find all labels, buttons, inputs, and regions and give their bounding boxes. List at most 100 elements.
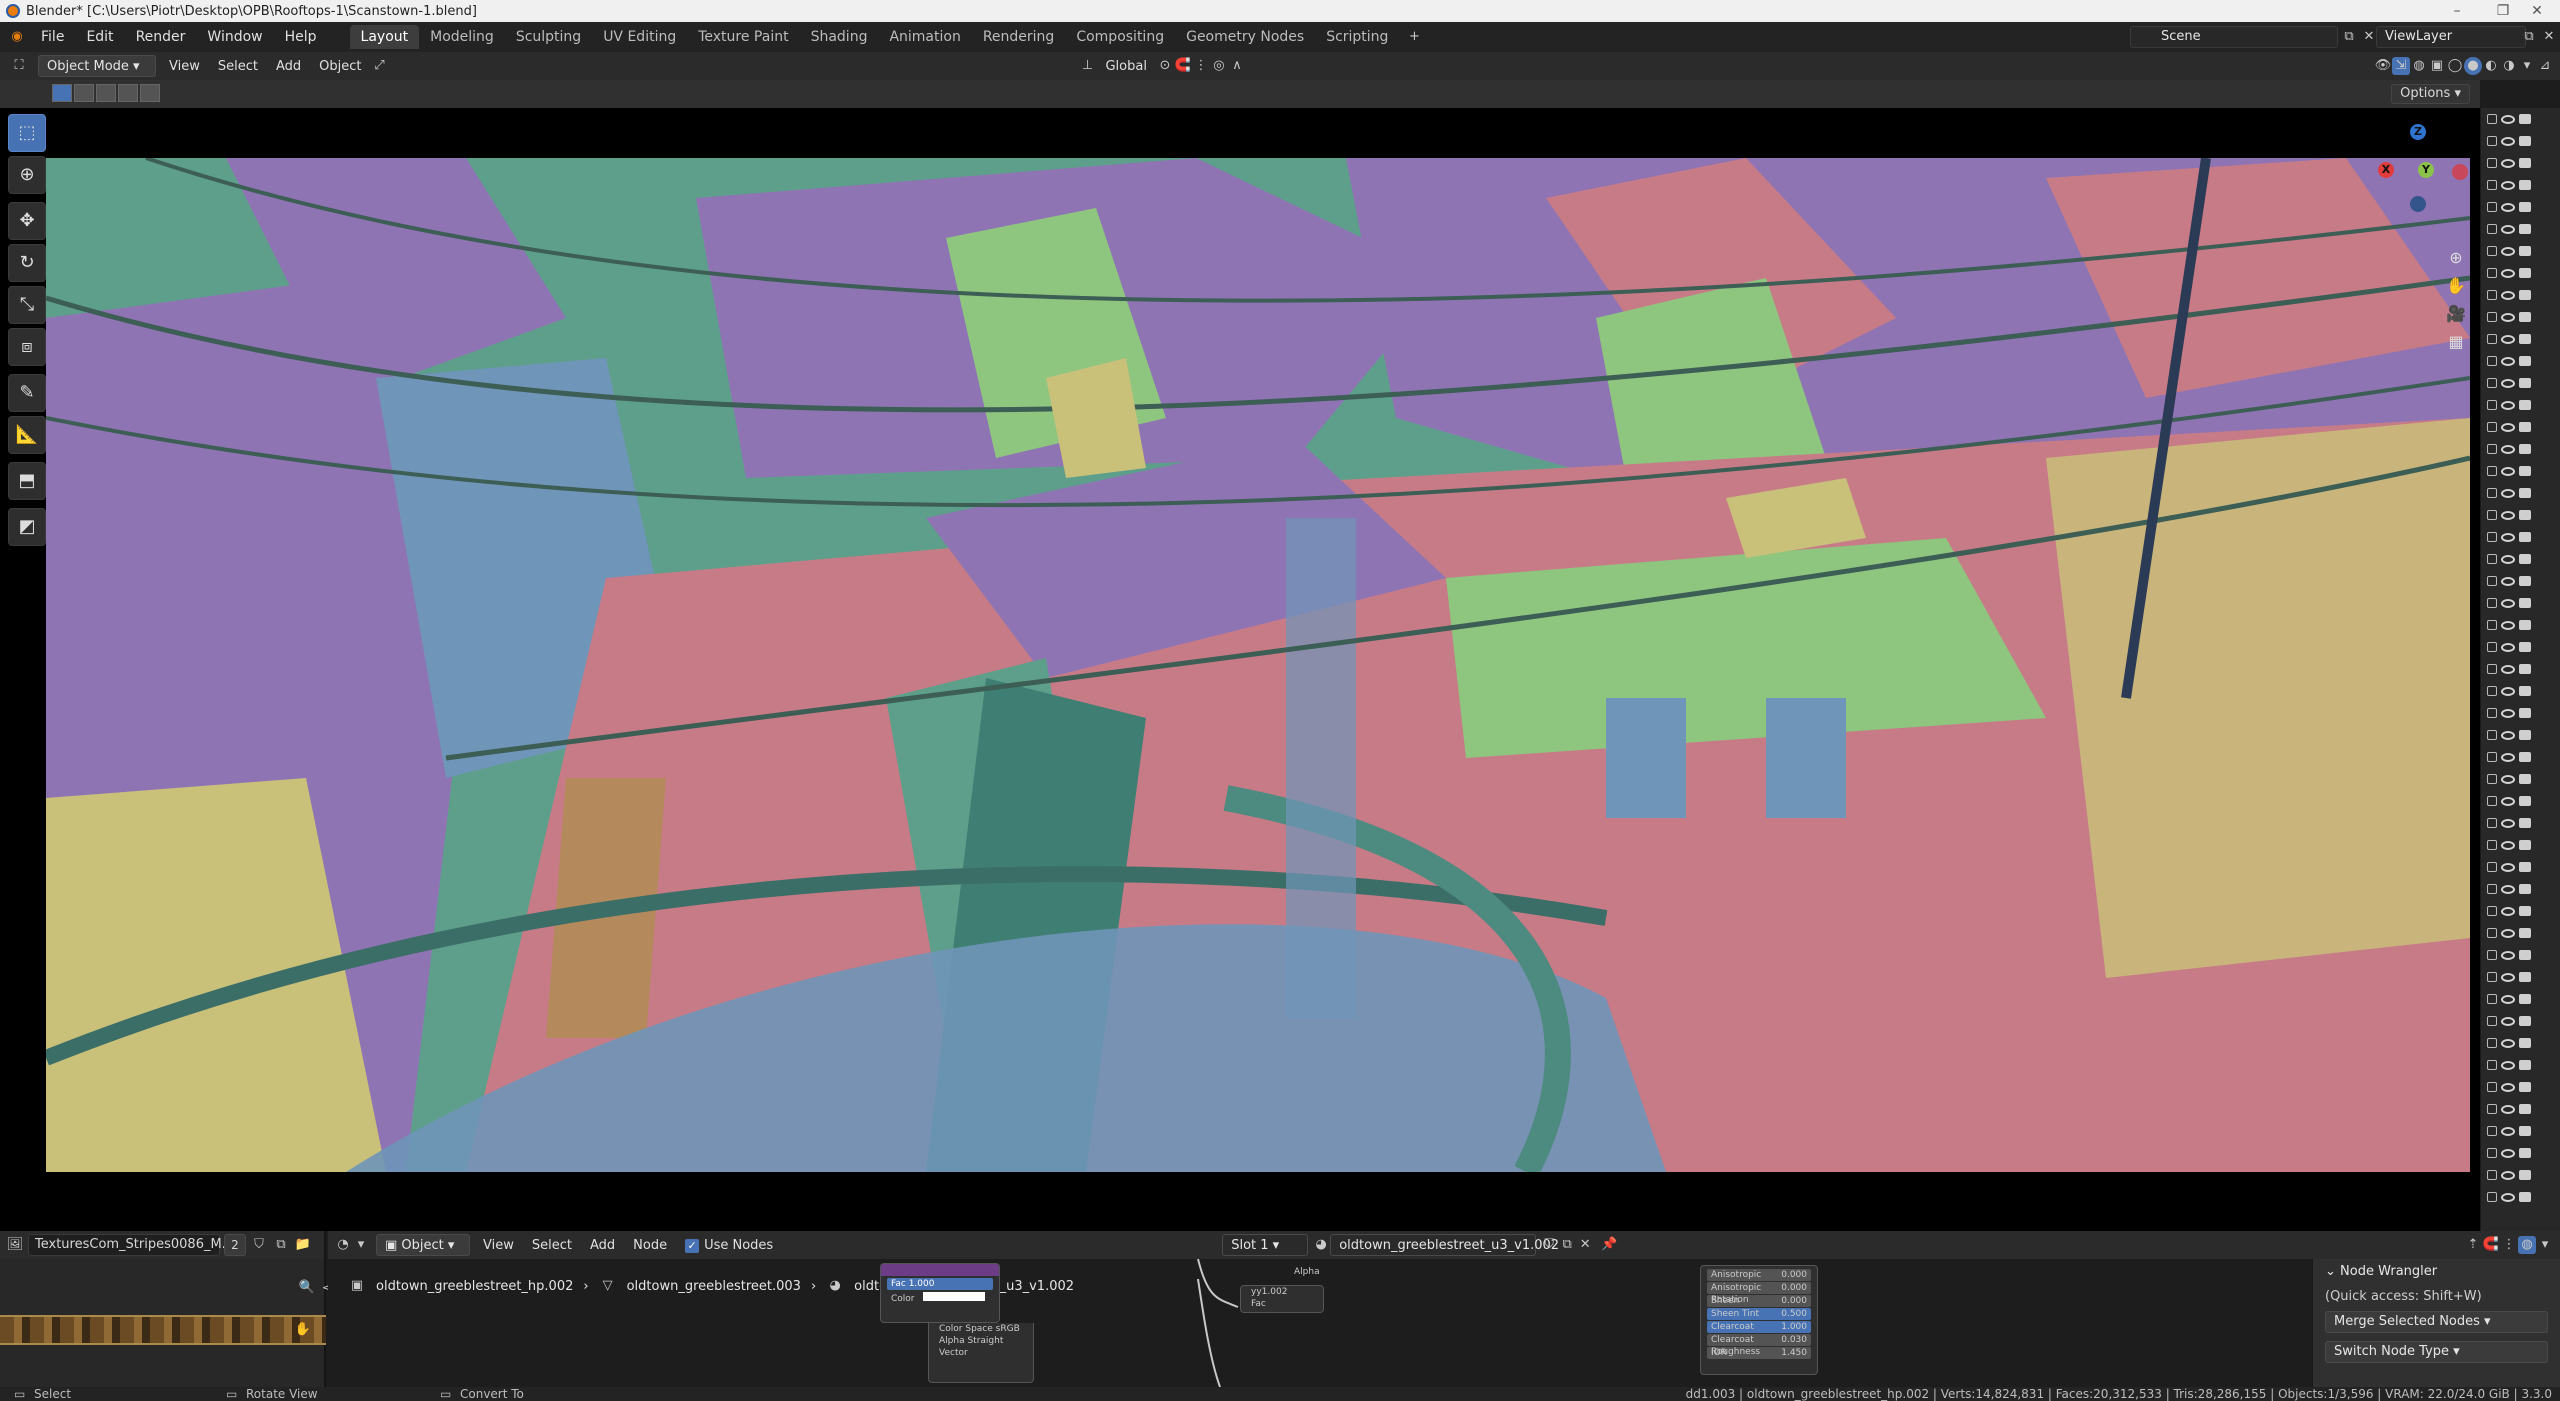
select-new-icon[interactable]	[52, 84, 72, 102]
collection-checkbox-icon[interactable]	[2487, 466, 2497, 476]
node-editor-type-chevron-icon[interactable]: ▾	[352, 1236, 370, 1254]
transform-tool[interactable]: ⧈	[8, 328, 46, 366]
image-editor-type-icon[interactable]: 🖼	[6, 1236, 24, 1254]
collection-checkbox-icon[interactable]	[2487, 180, 2497, 190]
visibility-eye-icon[interactable]	[2501, 444, 2515, 454]
visibility-eye-icon[interactable]	[2501, 356, 2515, 366]
outliner-row[interactable]	[2481, 614, 2560, 636]
outliner-row[interactable]	[2481, 944, 2560, 966]
new-view-layer-icon[interactable]: ⧉	[2520, 28, 2538, 46]
visibility-icon[interactable]: 👁	[2374, 57, 2392, 75]
collection-checkbox-icon[interactable]	[2487, 950, 2497, 960]
render-camera-icon[interactable]	[2519, 1192, 2531, 1202]
annotate-tool[interactable]: ✎	[8, 374, 46, 412]
collection-checkbox-icon[interactable]	[2487, 576, 2497, 586]
render-camera-icon[interactable]	[2519, 356, 2531, 366]
render-camera-icon[interactable]	[2519, 1060, 2531, 1070]
collection-checkbox-icon[interactable]	[2487, 158, 2497, 168]
bsdf-input-row[interactable]: Sheen Tint 0.500	[1707, 1308, 1811, 1320]
collection-checkbox-icon[interactable]	[2487, 378, 2497, 388]
outliner-row[interactable]	[2481, 284, 2560, 306]
outliner-row[interactable]	[2481, 218, 2560, 240]
visibility-eye-icon[interactable]	[2501, 620, 2515, 630]
tab-geometry-nodes[interactable]: Geometry Nodes	[1175, 25, 1315, 49]
collection-checkbox-icon[interactable]	[2487, 510, 2497, 520]
outliner-row[interactable]	[2481, 1010, 2560, 1032]
render-camera-icon[interactable]	[2519, 180, 2531, 190]
bsdf-input-row[interactable]: Sheen 0.000	[1707, 1295, 1811, 1307]
outliner-row[interactable]	[2481, 196, 2560, 218]
visibility-eye-icon[interactable]	[2501, 1170, 2515, 1180]
outliner-row[interactable]	[2481, 900, 2560, 922]
render-camera-icon[interactable]	[2519, 532, 2531, 542]
collection-checkbox-icon[interactable]	[2487, 114, 2497, 124]
outliner-row[interactable]	[2481, 658, 2560, 680]
render-camera-icon[interactable]	[2519, 1148, 2531, 1158]
editor-type-icon[interactable]: ⛶	[10, 57, 28, 75]
gizmo-neg-z[interactable]	[2410, 196, 2426, 212]
collection-checkbox-icon[interactable]	[2487, 906, 2497, 916]
render-camera-icon[interactable]	[2519, 950, 2531, 960]
outliner-row[interactable]	[2481, 526, 2560, 548]
visibility-eye-icon[interactable]	[2501, 642, 2515, 652]
image-editor[interactable]: 🖼 TexturesCom_Stripes0086_M.jpg 2 ⛉ ⧉ 📁 …	[0, 1231, 340, 1387]
visibility-eye-icon[interactable]	[2501, 906, 2515, 916]
visibility-eye-icon[interactable]	[2501, 1192, 2515, 1202]
snap-target-icon[interactable]: ⋮	[1192, 57, 1210, 75]
outliner-row[interactable]	[2481, 548, 2560, 570]
solid-shading-icon[interactable]: ●	[2464, 57, 2482, 75]
mode-dropdown[interactable]: Object Mode ▾	[38, 55, 156, 77]
render-camera-icon[interactable]	[2519, 488, 2531, 498]
node-editor-type-icon[interactable]: ◔	[334, 1236, 352, 1254]
collection-checkbox-icon[interactable]	[2487, 1148, 2497, 1158]
bsdf-input-row[interactable]: Anisotropic Rotation 0.000	[1707, 1282, 1811, 1305]
visibility-eye-icon[interactable]	[2501, 598, 2515, 608]
outliner-row[interactable]	[2481, 878, 2560, 900]
collection-checkbox-icon[interactable]	[2487, 312, 2497, 322]
proportional-edit-icon[interactable]: ◎	[1210, 57, 1228, 75]
collection-checkbox-icon[interactable]	[2487, 1192, 2497, 1202]
zoom-icon[interactable]: ⊕	[2444, 248, 2468, 272]
move-tool[interactable]: ✥	[8, 202, 46, 240]
material-duplicate-icon[interactable]: ⧉	[1558, 1236, 1576, 1254]
menu-file[interactable]: File	[30, 29, 75, 45]
transform-orientation-dropdown[interactable]: Global	[1096, 59, 1155, 74]
shader-node-editor[interactable]: ◔ ▾ ▣ Object ▾ View Select Add Node ✓ Use…	[328, 1231, 2560, 1387]
delete-view-layer-icon[interactable]: ✕	[2540, 28, 2558, 46]
render-camera-icon[interactable]	[2519, 466, 2531, 476]
collection-checkbox-icon[interactable]	[2487, 598, 2497, 608]
scene-selector[interactable]: Scene	[2130, 26, 2338, 48]
render-camera-icon[interactable]	[2519, 1104, 2531, 1114]
outliner-row[interactable]	[2481, 812, 2560, 834]
collection-checkbox-icon[interactable]	[2487, 1082, 2497, 1092]
tab-scripting[interactable]: Scripting	[1315, 25, 1399, 49]
render-camera-icon[interactable]	[2519, 928, 2531, 938]
collection-checkbox-icon[interactable]	[2487, 642, 2497, 652]
outliner-panel[interactable]	[2480, 108, 2560, 1231]
render-camera-icon[interactable]	[2519, 268, 2531, 278]
collection-checkbox-icon[interactable]	[2487, 774, 2497, 784]
visibility-eye-icon[interactable]	[2501, 818, 2515, 828]
tab-compositing[interactable]: Compositing	[1065, 25, 1175, 49]
outliner-row[interactable]	[2481, 240, 2560, 262]
view-layer-selector[interactable]: ViewLayer	[2376, 26, 2526, 48]
visibility-eye-icon[interactable]	[2501, 180, 2515, 190]
outliner-row[interactable]	[2481, 1054, 2560, 1076]
viewport-menu-view[interactable]: View	[160, 59, 209, 74]
visibility-eye-icon[interactable]	[2501, 312, 2515, 322]
visibility-eye-icon[interactable]	[2501, 1148, 2515, 1158]
collection-checkbox-icon[interactable]	[2487, 994, 2497, 1004]
render-camera-icon[interactable]	[2519, 1126, 2531, 1136]
outliner-row[interactable]	[2481, 1032, 2560, 1054]
image-texture-fac-bar[interactable]: Fac 1.000	[887, 1278, 993, 1290]
visibility-eye-icon[interactable]	[2501, 1038, 2515, 1048]
outliner-row[interactable]	[2481, 328, 2560, 350]
new-scene-icon[interactable]: ⧉	[2340, 28, 2358, 46]
render-camera-icon[interactable]	[2519, 1170, 2531, 1180]
node-menu-node[interactable]: Node	[624, 1238, 676, 1253]
collection-checkbox-icon[interactable]	[2487, 202, 2497, 212]
outliner-row[interactable]	[2481, 966, 2560, 988]
visibility-eye-icon[interactable]	[2501, 972, 2515, 982]
visibility-eye-icon[interactable]	[2501, 1082, 2515, 1092]
render-camera-icon[interactable]	[2519, 246, 2531, 256]
